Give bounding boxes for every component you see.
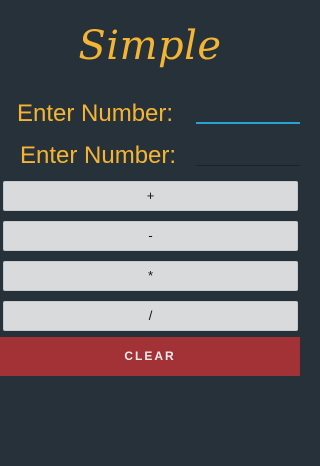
multiply-button[interactable]: *	[3, 261, 298, 291]
add-button[interactable]: +	[3, 181, 298, 211]
first-number-label: Enter Number:	[17, 100, 174, 127]
first-number-input[interactable]	[196, 102, 300, 124]
second-number-input[interactable]	[196, 144, 300, 166]
second-number-label: Enter Number:	[20, 142, 177, 169]
second-number-row: Enter Number:	[0, 136, 300, 176]
clear-button[interactable]: CLEAR	[0, 337, 300, 376]
app-title: Simple	[78, 23, 222, 69]
divide-button[interactable]: /	[3, 301, 298, 331]
first-number-row: Enter Number:	[0, 94, 300, 134]
subtract-button[interactable]: -	[3, 221, 298, 251]
